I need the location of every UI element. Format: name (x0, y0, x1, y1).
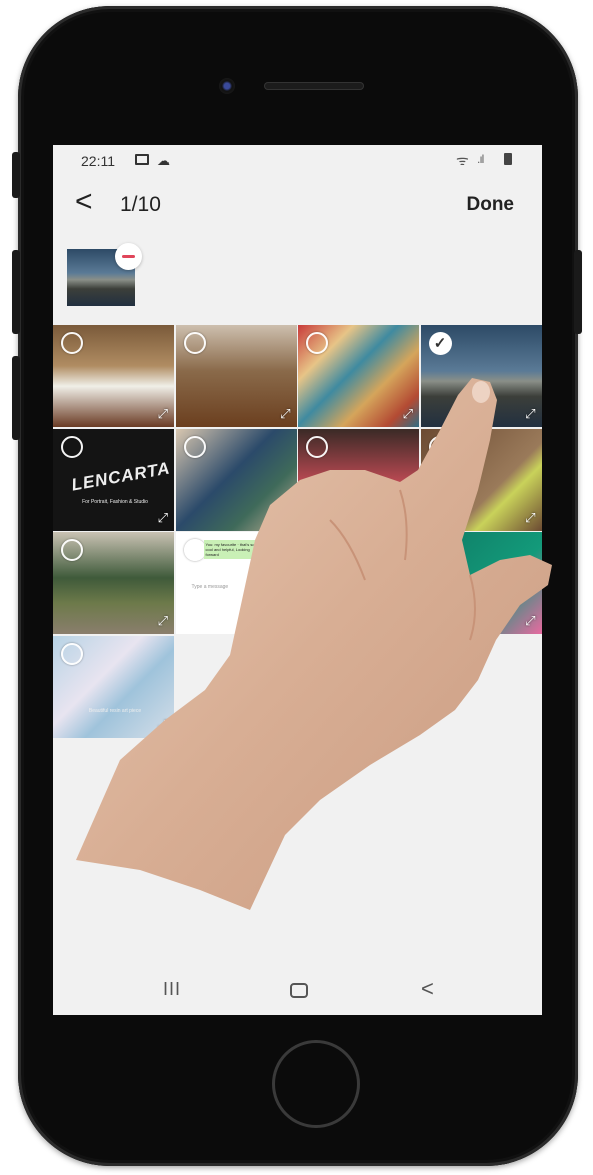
remove-selection-button[interactable] (115, 243, 142, 270)
select-circle-icon[interactable] (428, 435, 451, 458)
select-circle-icon[interactable] (183, 435, 206, 458)
photo-tile-red-light-room[interactable]: ⤢ (298, 428, 419, 531)
home-icon[interactable] (290, 983, 308, 998)
signal-icon: .ıl (477, 152, 484, 166)
checkmark-icon[interactable]: ✓ (428, 332, 452, 355)
expand-icon[interactable]: ⤢ (403, 613, 413, 629)
power-button (574, 250, 582, 334)
expand-icon[interactable]: ⤢ (525, 510, 535, 526)
navigation-bar: III < (53, 973, 542, 1013)
select-circle-icon[interactable] (61, 435, 83, 458)
chat-input-preview: Type a message (181, 582, 278, 592)
expand-icon[interactable]: ⤢ (525, 406, 535, 422)
status-time: 22:11 (81, 153, 115, 169)
photo-tile-hidden-photo[interactable]: ⤢ (298, 532, 419, 634)
earpiece-speaker (264, 82, 364, 90)
expand-icon[interactable]: ⤢ (403, 510, 413, 526)
image-icon (135, 154, 149, 165)
tile-caption: Beautiful resin art piece (88, 707, 142, 714)
expand-icon[interactable]: ⤢ (280, 510, 290, 526)
expand-icon[interactable]: ⤢ (280, 613, 290, 629)
photo-tile-checkered-pillow[interactable]: ⤢ (298, 325, 419, 427)
select-circle-icon[interactable] (428, 539, 451, 561)
volume-down-button (12, 356, 20, 440)
expand-icon[interactable]: ⤢ (280, 406, 290, 422)
tile-caption: For Portrait, Fashion & Studio (82, 498, 148, 505)
selection-header: < 1/10 Done (53, 185, 542, 227)
photo-tile-black-bag-logo[interactable]: LENCARTA For Portrait, Fashion & Studio ⤢ (53, 428, 174, 531)
select-circle-icon[interactable] (306, 435, 328, 458)
select-circle-icon[interactable] (306, 539, 328, 561)
wifi-icon: ᯤ (456, 152, 469, 168)
selected-strip (53, 243, 542, 313)
back-button[interactable]: < (75, 187, 105, 221)
phone-screen: 22:11 ☁ ᯤ .ıl < 1/10 Done ⤢ ⤢ ⤢ ✓ ⤢ LENCARTA F… (53, 145, 542, 1015)
expand-icon[interactable]: ⤢ (158, 717, 168, 733)
bag-logo-text: LENCARTA (70, 457, 172, 495)
done-button[interactable]: Done (467, 194, 515, 216)
photo-tile-tennis-ball[interactable]: ⤢ (420, 428, 542, 531)
photo-tile-snake-plant[interactable]: ⤢ (53, 532, 174, 634)
expand-icon[interactable]: ⤢ (403, 406, 413, 422)
expand-icon[interactable]: ⤢ (525, 613, 535, 629)
cloud-icon: ☁ (157, 153, 170, 168)
status-bar: 22:11 ☁ ᯤ .ıl (53, 145, 542, 175)
photo-tile-plant-on-stand[interactable]: ⤢ (53, 325, 174, 427)
photo-tile-coastline-photo[interactable]: ✓ ⤢ (420, 325, 542, 427)
volume-up-button (12, 250, 20, 334)
expand-icon[interactable]: ⤢ (158, 510, 168, 526)
chat-bubble: You: my favourite · that's so cool and h… (203, 540, 264, 559)
photo-tile-wooden-floor-room[interactable]: ⤢ (175, 325, 297, 427)
select-circle-icon[interactable] (306, 332, 328, 354)
expand-icon[interactable]: ⤢ (158, 613, 168, 629)
photo-tile-marble-art[interactable]: Beautiful resin art piece ⤢ (53, 635, 174, 738)
select-circle-icon[interactable] (61, 539, 83, 561)
photo-tile-chat-screenshot[interactable]: You: my favourite · that's so cool and h… (175, 532, 297, 634)
recent-apps-icon[interactable]: III (163, 979, 181, 1000)
select-circle-icon[interactable] (183, 539, 206, 561)
select-circle-icon[interactable] (183, 332, 206, 354)
select-circle-icon[interactable] (61, 332, 83, 354)
front-camera (219, 78, 235, 94)
select-circle-icon[interactable] (61, 642, 83, 665)
battery-icon (504, 153, 512, 165)
expand-icon[interactable]: ⤢ (158, 406, 168, 422)
mute-switch (12, 152, 20, 198)
photo-tile-green-towel[interactable]: ⤢ (420, 532, 542, 634)
nav-back-icon[interactable]: < (421, 976, 434, 1002)
photo-tile-painting-on-wall[interactable]: ⤢ (175, 428, 297, 531)
home-button[interactable] (272, 1040, 360, 1128)
selection-counter: 1/10 (120, 193, 161, 216)
